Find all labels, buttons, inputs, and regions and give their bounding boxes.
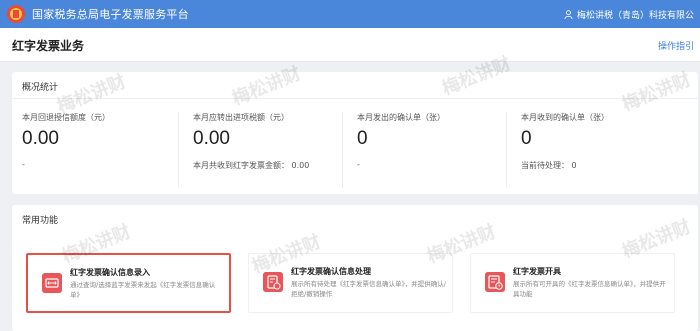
- user-menu[interactable]: 梅松讲税（青岛）科技有限公: [564, 0, 694, 28]
- function-name: 红字发票开具: [513, 267, 561, 276]
- function-desc: 展示所有可开具的《红字发票信息确认单》，并提供开具功能: [513, 280, 666, 298]
- top-bar: 国家税务总局电子发票服务平台 梅松讲税（青岛）科技有限公: [0, 0, 700, 28]
- page-title: 红字发票业务: [12, 39, 85, 53]
- user-icon: [564, 9, 573, 19]
- stat-label: 本月应转出进项税额（元）: [193, 113, 289, 122]
- page-header: 红字发票业务 操作指引: [0, 28, 700, 62]
- stat-received-confirmations: 本月收到的确认单（张） 0 当前待处理： 0: [506, 112, 686, 188]
- stat-label: 本月回退授信额度（元）: [22, 113, 110, 122]
- stat-sub: 当前待处理： 0: [521, 161, 577, 170]
- divider: [12, 98, 698, 99]
- user-name: 梅松讲税（青岛）科技有限公: [576, 10, 694, 21]
- function-red-invoice-issue[interactable]: 红字发票开具 展示所有可开具的《红字发票信息确认单》，并提供开具功能: [470, 253, 675, 313]
- stat-sub: 本月共收到红字发票金额： 0.00: [193, 161, 310, 170]
- function-name: 红字发票确认信息录入: [70, 268, 150, 277]
- stat-label: 本月发出的确认单（张）: [357, 113, 445, 122]
- guide-link[interactable]: 操作指引: [658, 39, 694, 52]
- stat-value: 0: [357, 128, 368, 149]
- invoice-clock-icon: [485, 272, 505, 292]
- stat-sub: -: [357, 160, 360, 169]
- stat-input-tax: 本月应转出进项税额（元） 0.00 本月共收到红字发票金额： 0.00: [178, 112, 350, 188]
- stats-card: 概况统计 本月回退授信额度（元） 0.00 - 本月应转出进项税额（元） 0.0…: [12, 72, 698, 194]
- app-title: 国家税务总局电子发票服务平台: [32, 8, 189, 21]
- exchange-icon: [42, 273, 62, 293]
- document-check-icon: [263, 272, 283, 292]
- stat-value: 0: [521, 128, 532, 149]
- stat-refund-credit: 本月回退授信额度（元） 0.00 -: [22, 112, 184, 188]
- function-red-invoice-entry[interactable]: 红字发票确认信息录入 通过查询/选择蓝字发票来发起《红字发票信息确认单》: [26, 253, 231, 313]
- tax-emblem-icon: [7, 5, 25, 23]
- stat-value: 0.00: [193, 128, 230, 149]
- function-desc: 展示所有待处理《红字发票信息确认单》，并提供确认/拒绝/撤销操作: [291, 280, 446, 298]
- function-red-invoice-process[interactable]: 红字发票确认信息处理 展示所有待处理《红字发票信息确认单》，并提供确认/拒绝/撤…: [248, 253, 453, 313]
- function-name: 红字发票确认信息处理: [291, 267, 371, 276]
- functions-section-title: 常用功能: [22, 216, 59, 226]
- stat-label: 本月收到的确认单（张）: [521, 113, 609, 122]
- stat-value: 0.00: [22, 128, 59, 149]
- stat-sent-confirmations: 本月发出的确认单（张） 0 -: [342, 112, 507, 188]
- stat-sub: -: [22, 160, 25, 169]
- stats-section-title: 概况统计: [22, 83, 59, 93]
- function-desc: 通过查询/选择蓝字发票来发起《红字发票信息确认单》: [70, 281, 216, 299]
